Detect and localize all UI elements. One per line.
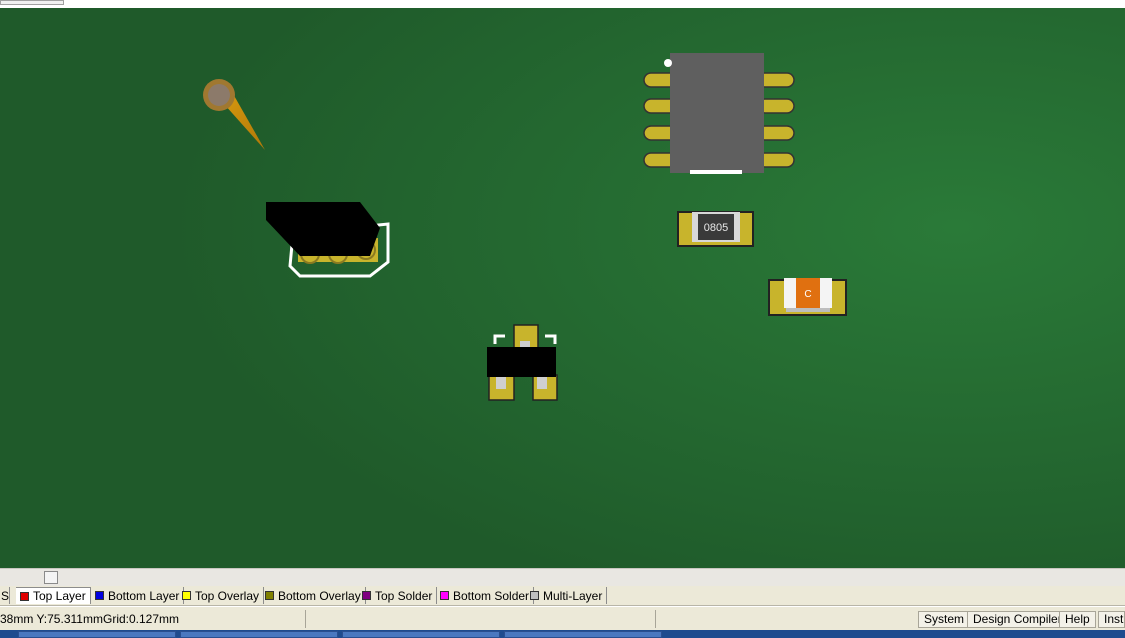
- panel-button-instruments[interactable]: Instr: [1098, 611, 1125, 628]
- panel-button-system[interactable]: System: [918, 611, 971, 628]
- os-taskbar: [0, 630, 1125, 638]
- cursor-coordinates: 38mm Y:75.311mm: [0, 612, 103, 626]
- layer-tab-label: Top Layer: [33, 589, 86, 603]
- pcb-canvas[interactable]: 0805 C: [0, 0, 1125, 568]
- layer-tab-label: Top Overlay: [195, 588, 260, 603]
- layer-color-swatch: [95, 591, 104, 600]
- taskbar-button[interactable]: [180, 631, 338, 638]
- horizontal-scrollbar[interactable]: [0, 568, 1125, 586]
- tab-bottom-overlay[interactable]: Bottom Overlay: [261, 587, 366, 604]
- panel-button-design-compiler[interactable]: Design Compiler: [967, 611, 1068, 628]
- status-separator: [305, 610, 306, 628]
- toolbar-button-fragment[interactable]: [0, 0, 64, 5]
- top-toolbar-strip: [0, 0, 1125, 8]
- pcb-3d-view[interactable]: 0805 C: [0, 0, 1125, 568]
- resistor-0805: 0805: [677, 211, 754, 247]
- layer-color-swatch: [440, 591, 449, 600]
- tab-top-solder[interactable]: Top Solder: [358, 587, 438, 604]
- grid-size: Grid:0.127mm: [103, 612, 180, 626]
- tab-bottom-layer[interactable]: Bottom Layer: [91, 587, 185, 604]
- capacitor-label: C: [804, 289, 811, 300]
- taskbar-button[interactable]: [18, 631, 176, 638]
- status-separator: [655, 610, 656, 628]
- tab-top-overlay[interactable]: Top Overlay: [178, 587, 265, 604]
- layer-color-swatch: [20, 591, 29, 601]
- capacitor: C: [768, 278, 847, 316]
- layer-tab-label: Bottom Overlay: [278, 588, 361, 603]
- tab-top-layer[interactable]: Top Layer: [16, 587, 91, 604]
- taskbar-button[interactable]: [342, 631, 500, 638]
- layer-color-swatch: [530, 591, 539, 600]
- resistor-label: 0805: [704, 222, 728, 234]
- status-bar: 38mm Y:75.311mm Grid:0.127mm System Desi…: [0, 606, 1125, 632]
- scrollbar-thumb[interactable]: [44, 571, 58, 584]
- layer-tab-label: Bottom Layer: [108, 588, 180, 603]
- tab-multi-layer[interactable]: Multi-Layer: [526, 587, 608, 604]
- layer-tab-fragment[interactable]: S: [0, 587, 10, 604]
- panel-button-help[interactable]: Help: [1059, 611, 1096, 628]
- layer-color-swatch: [182, 591, 191, 600]
- tab-bottom-solder[interactable]: Bottom Solder: [436, 587, 535, 604]
- layer-color-swatch: [265, 591, 274, 600]
- layer-tab-label: Multi-Layer: [543, 588, 603, 603]
- layer-tab-fragment-label: S: [1, 588, 10, 603]
- taskbar-button[interactable]: [504, 631, 662, 638]
- layer-tab-bar: S Top Layer Bottom Layer Top Overlay Bot…: [0, 586, 1125, 606]
- layer-tab-label: Top Solder: [375, 588, 433, 603]
- layer-color-swatch: [362, 591, 371, 600]
- layer-tab-label: Bottom Solder: [453, 588, 530, 603]
